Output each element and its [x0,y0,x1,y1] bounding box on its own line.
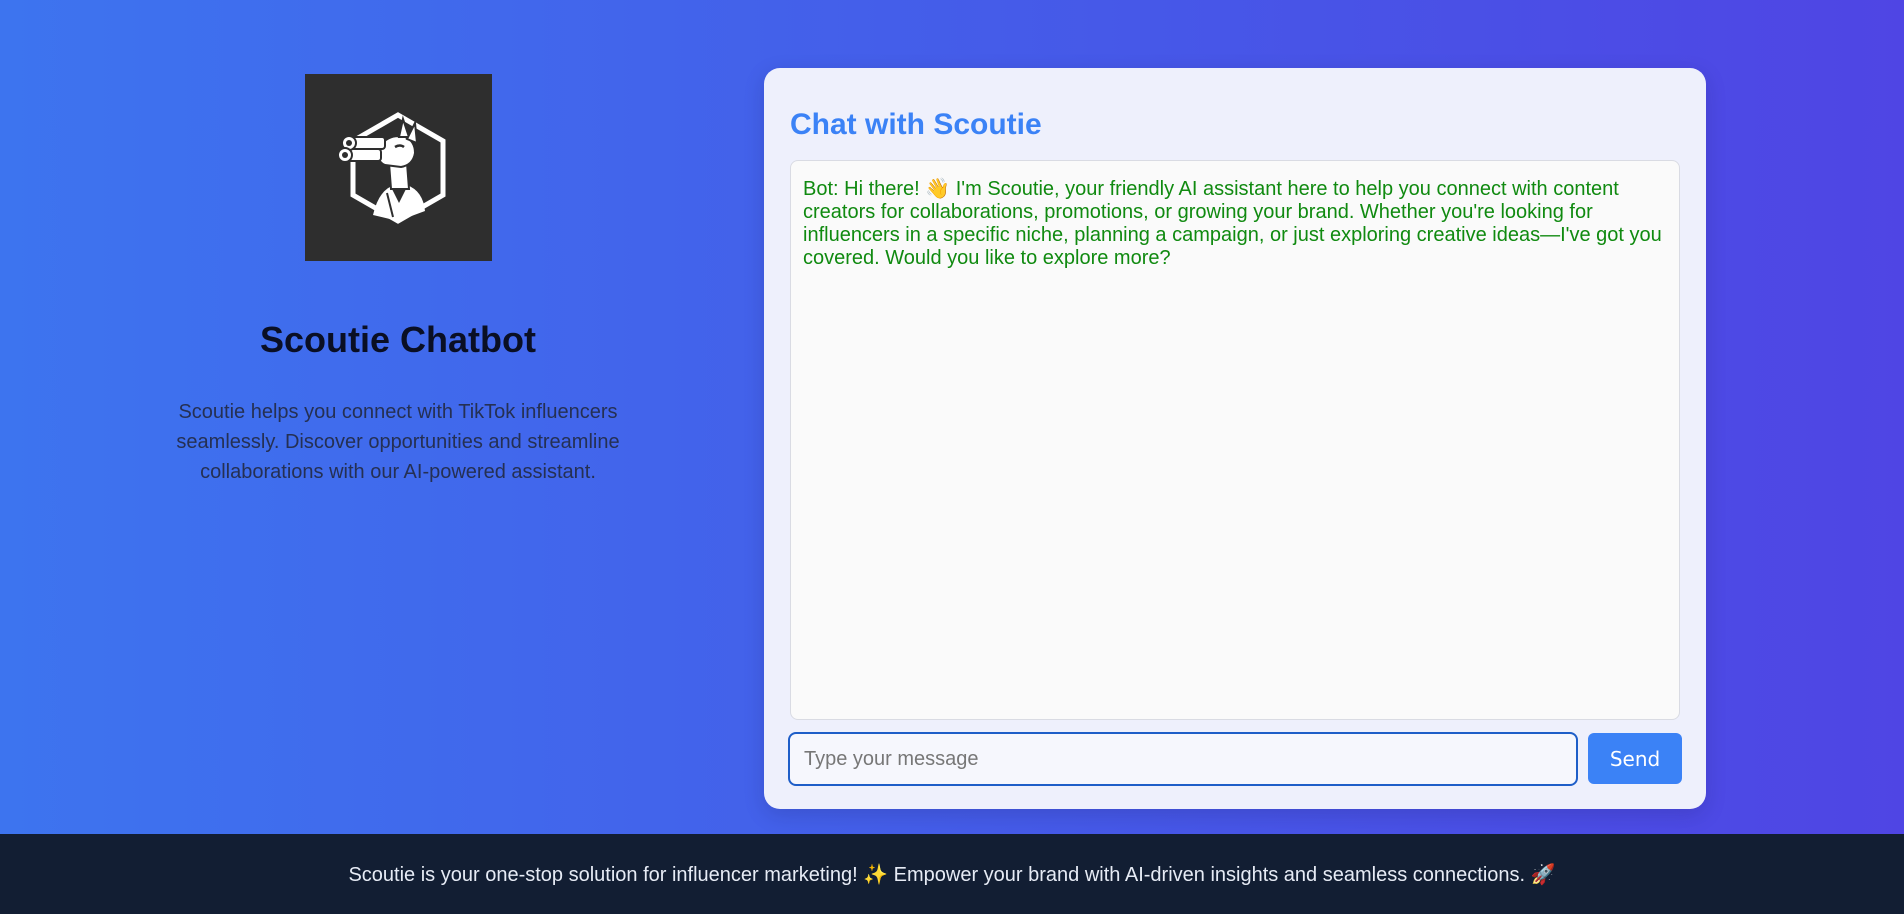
footer: Scoutie is your one-stop solution for in… [0,834,1904,914]
brand-section: Scoutie Chatbot Scoutie helps you connec… [150,74,646,487]
message-input[interactable] [788,732,1578,786]
chat-history[interactable]: Bot: Hi there! 👋 I'm Scoutie, your frien… [790,160,1680,720]
brand-description: Scoutie helps you connect with TikTok in… [176,401,620,483]
message-composer: Send [788,732,1682,786]
bot-message: Bot: Hi there! 👋 I'm Scoutie, your frien… [803,178,1662,269]
brand-title: Scoutie Chatbot [260,319,536,360]
send-button[interactable]: Send [1588,733,1682,784]
footer-text: Scoutie is your one-stop solution for in… [348,863,1556,886]
chat-title: Chat with Scoutie [790,108,1042,141]
llama-binoculars-logo [304,74,492,261]
chat-panel: Chat with Scoutie Bot: Hi there! 👋 I'm S… [764,68,1706,809]
